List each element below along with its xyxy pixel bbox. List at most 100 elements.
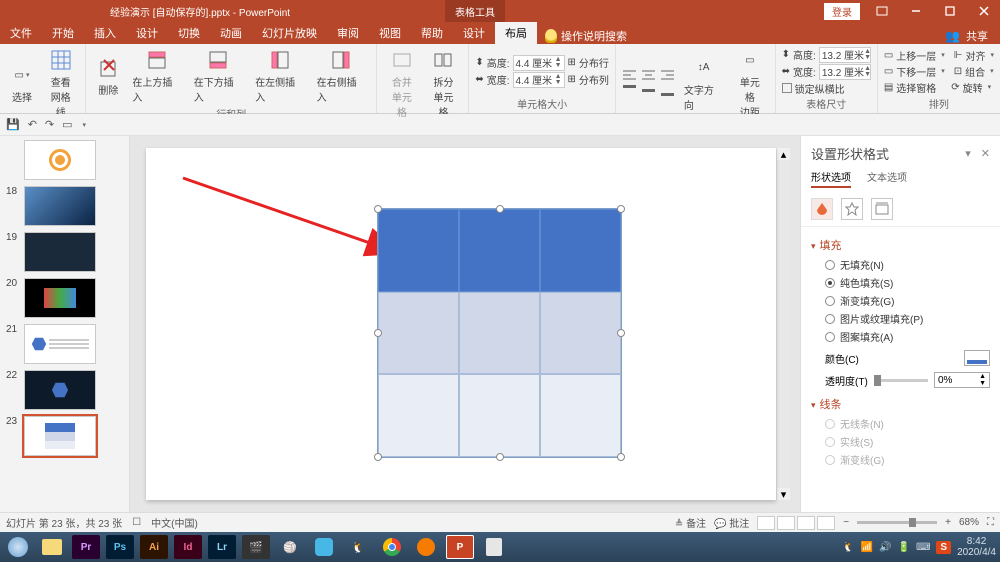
select-button[interactable]: ▭▾选择 (6, 61, 38, 106)
file-explorer-icon[interactable] (38, 535, 66, 559)
resize-handle[interactable] (374, 329, 382, 337)
tab-view[interactable]: 视图 (369, 22, 411, 44)
selection-pane-icon[interactable]: ▤ (884, 82, 893, 93)
slide-canvas[interactable] (146, 148, 776, 500)
table-width-input[interactable]: 13.2 厘米▲▼ (819, 64, 871, 80)
beach-ball-icon[interactable]: 🏐 (276, 535, 304, 559)
align-bottom-icon[interactable] (660, 84, 676, 98)
radio-pattern-fill[interactable] (825, 332, 835, 342)
radio-gradient-line[interactable] (825, 455, 835, 465)
notes-app-icon[interactable] (480, 535, 508, 559)
tab-insert[interactable]: 插入 (84, 22, 126, 44)
save-icon[interactable]: 💾 (6, 118, 20, 131)
powerpoint-icon[interactable]: P (446, 535, 474, 559)
align-top-icon[interactable] (622, 84, 638, 98)
radio-picture-fill[interactable] (825, 314, 835, 324)
align-objects-icon[interactable]: ⊩ (954, 50, 963, 61)
taskbar-clock[interactable]: 8:42 2020/4/4 (957, 536, 996, 558)
indesign-icon[interactable]: Id (174, 535, 202, 559)
slide-thumb[interactable] (24, 370, 96, 410)
radio-solid-fill[interactable] (825, 278, 835, 288)
insert-above-button[interactable]: 在上方插入 (128, 46, 185, 106)
zoom-in-icon[interactable]: + (945, 517, 951, 528)
zoom-value[interactable]: 68% (959, 517, 979, 528)
minimize-icon[interactable] (900, 1, 932, 21)
text-direction-button[interactable]: ↕A文字方向 (680, 54, 727, 114)
resize-handle[interactable] (617, 329, 625, 337)
vertical-scrollbar[interactable]: ▴▾ (776, 148, 790, 500)
orange-app-icon[interactable] (412, 535, 440, 559)
tab-file[interactable]: 文件 (0, 22, 42, 44)
align-center-icon[interactable] (641, 69, 657, 83)
lock-aspect-checkbox[interactable] (782, 83, 792, 93)
align-right-icon[interactable] (660, 69, 676, 83)
tab-review[interactable]: 审阅 (327, 22, 369, 44)
slideshow-view-icon[interactable] (817, 516, 835, 530)
chrome-icon[interactable] (378, 535, 406, 559)
align-middle-icon[interactable] (641, 84, 657, 98)
delete-button[interactable]: 删除 (92, 54, 124, 99)
distribute-cols-icon[interactable]: ⊞ (568, 74, 576, 85)
tab-help[interactable]: 帮助 (411, 22, 453, 44)
table-shape[interactable] (377, 208, 622, 458)
language-label[interactable]: 中文(中国) (151, 515, 198, 530)
split-cells-button[interactable]: 拆分 单元格 (425, 46, 463, 121)
tray-volume-icon[interactable]: 🔊 (879, 542, 891, 553)
fill-and-line-icon[interactable] (811, 198, 833, 220)
slide-thumbnails[interactable]: 18 19 20 21 22 23 (0, 136, 130, 512)
tray-qq-icon[interactable]: 🐧 (842, 542, 854, 553)
start-slideshow-icon[interactable]: ▭ (62, 118, 72, 131)
merge-cells-button[interactable]: 合并 单元格 (383, 46, 421, 121)
resize-handle[interactable] (496, 205, 504, 213)
accessibility-icon[interactable]: ☐ (132, 517, 141, 528)
tab-transitions[interactable]: 切换 (168, 22, 210, 44)
size-properties-icon[interactable] (871, 198, 893, 220)
slide-thumb[interactable] (24, 140, 96, 180)
pane-tab-shape[interactable]: 形状选项 (811, 169, 851, 188)
slide-thumb[interactable] (24, 324, 96, 364)
pane-tab-text[interactable]: 文本选项 (867, 169, 907, 188)
insert-left-button[interactable]: 在左侧插入 (251, 46, 308, 106)
insert-below-button[interactable]: 在下方插入 (190, 46, 247, 106)
ribbon-display-options-icon[interactable] (866, 1, 898, 21)
login-button[interactable]: 登录 (824, 3, 860, 20)
section-fill[interactable]: 填充 (811, 237, 990, 253)
fit-to-window-icon[interactable]: ⛶ (987, 517, 994, 528)
section-line[interactable]: 线条 (811, 396, 990, 412)
tab-slideshow[interactable]: 幻灯片放映 (252, 22, 327, 44)
tab-table-design[interactable]: 设计 (453, 22, 495, 44)
tray-keyboard-icon[interactable]: ⌨ (916, 542, 930, 553)
tray-s-icon[interactable]: S (936, 541, 951, 554)
normal-view-icon[interactable] (757, 516, 775, 530)
notes-button[interactable]: ≜ 备注 (675, 515, 706, 530)
tab-animations[interactable]: 动画 (210, 22, 252, 44)
undo-icon[interactable]: ↶ (28, 118, 37, 131)
slide-thumb-selected[interactable] (24, 416, 96, 456)
bring-forward-icon[interactable]: ▭ (884, 50, 893, 61)
photoshop-icon[interactable]: Ps (106, 535, 134, 559)
cell-height-input[interactable]: 4.4 厘米▲▼ (513, 55, 565, 71)
transparency-input[interactable]: 0%▲▼ (934, 372, 990, 388)
reading-view-icon[interactable] (797, 516, 815, 530)
pane-close-icon[interactable]: ✕ (981, 147, 990, 160)
resize-handle[interactable] (617, 453, 625, 461)
tell-me-input[interactable]: 操作说明搜索 (561, 28, 627, 44)
browser2-icon[interactable] (310, 535, 338, 559)
browser-icon[interactable] (4, 535, 32, 559)
rotate-icon[interactable]: ⟳ (951, 82, 959, 93)
align-left-icon[interactable] (622, 69, 638, 83)
tray-network-icon[interactable]: 📶 (861, 542, 873, 553)
distribute-rows-icon[interactable]: ⊞ (568, 57, 576, 68)
tray-battery-icon[interactable]: 🔋 (898, 542, 910, 553)
redo-icon[interactable]: ↷ (45, 118, 54, 131)
sorter-view-icon[interactable] (777, 516, 795, 530)
radio-no-line[interactable] (825, 419, 835, 429)
resize-handle[interactable] (374, 453, 382, 461)
video-app-icon[interactable]: 🎬 (242, 535, 270, 559)
slide-thumb[interactable] (24, 278, 96, 318)
lightroom-icon[interactable]: Lr (208, 535, 236, 559)
zoom-out-icon[interactable]: − (843, 517, 849, 528)
radio-no-fill[interactable] (825, 260, 835, 270)
resize-handle[interactable] (374, 205, 382, 213)
resize-handle[interactable] (617, 205, 625, 213)
